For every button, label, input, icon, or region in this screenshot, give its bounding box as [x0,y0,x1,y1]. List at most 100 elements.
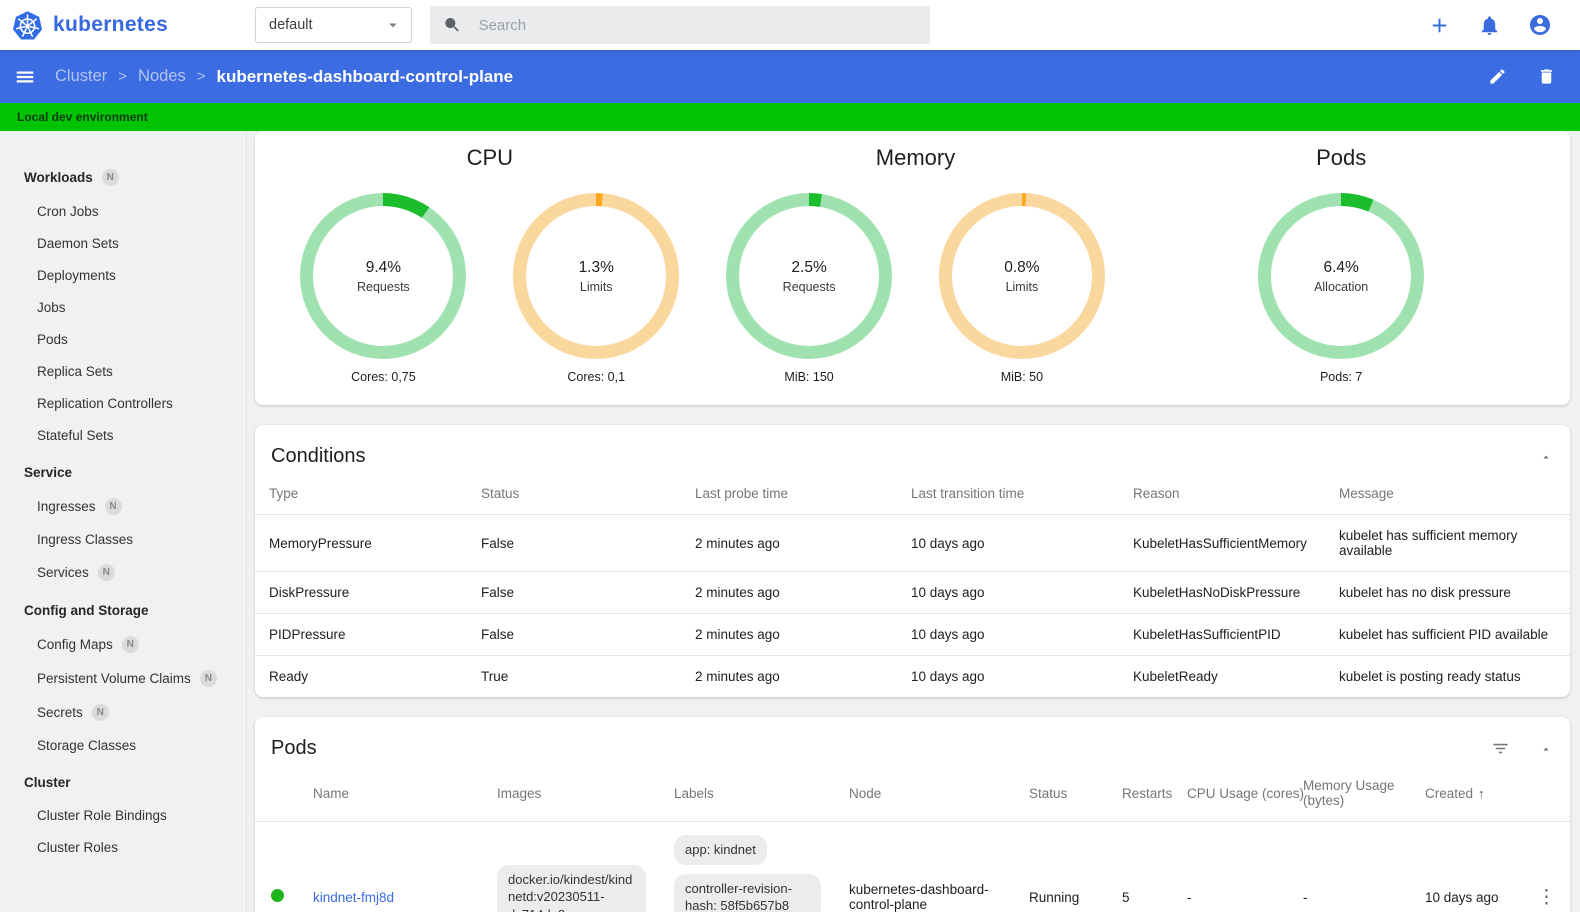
condition-cell: 2 minutes ago [681,613,897,656]
sidebar-section-config-and-storage: Config and Storage [0,594,246,627]
donut-center-label: Requests [357,279,410,294]
sidebar-item-secrets[interactable]: Secrets N [0,695,246,729]
condition-cell: 2 minutes ago [681,514,897,572]
donut-row: 2.5% Requests MiB: 150 0.8% Limits MiB: 50 [703,179,1129,405]
sidebar-item-jobs[interactable]: Jobs [0,291,246,323]
sidebar-item-replication-controllers[interactable]: Replication Controllers [0,387,246,419]
condition-cell: 2 minutes ago [681,655,897,697]
sidebar-item-ingress-classes[interactable]: Ingress Classes [0,523,246,555]
sidebar-section-label: Workloads [24,170,93,185]
delete-resource-button[interactable] [1537,67,1556,86]
sidebar-item-label: Persistent Volume Claims [37,670,191,686]
sidebar-item-label: Pods [37,331,68,347]
breadcrumb-cluster[interactable]: Cluster [55,67,107,86]
sidebar: Workloads N Cron Jobs Daemon Sets Deployment… [0,131,247,912]
pods-col-name: Name [313,785,350,801]
condition-cell: False [467,514,681,572]
conditions-row-memorypressure: MemoryPressure False 2 minutes ago 10 days … [255,514,1570,572]
sidebar-item-ingresses[interactable]: Ingresses N [0,489,246,523]
donut-ring: 9.4% Requests [300,193,467,359]
search-input[interactable] [476,15,917,35]
conditions-col-reason: Reason [1133,486,1180,501]
dropdown-caret-icon [389,23,397,28]
sidebar-item-stateful-sets[interactable]: Stateful Sets [0,419,246,451]
donut-row: 6.4% Allocation Pods: 7 [1128,179,1554,405]
search-icon [445,18,459,32]
sort-ascending-icon[interactable]: ↑ [1478,786,1485,801]
donut-percent-value: 1.3% [578,258,614,276]
sidebar-section-service: Service [0,456,246,489]
condition-cell: MemoryPressure [255,514,467,572]
condition-cell: kubelet has no disk pressure [1325,571,1570,614]
sidebar-item-storage-classes[interactable]: Storage Classes [0,729,246,761]
condition-cell: PIDPressure [255,613,467,656]
pod-label-chip: controller-revision-hash: 58f5b657b8 [674,873,821,912]
sidebar-item-pods[interactable]: Pods [0,323,246,355]
pod-actions-cell: ⋮ [1517,821,1570,912]
breadcrumb-current-node: kubernetes-dashboard-control-plane [216,66,514,86]
chart-group-pods: Pods 6.4% Allocation Pods: 7 [1128,141,1554,405]
sidebar-item-services[interactable]: Services N [0,555,246,589]
notifications-button[interactable] [1478,14,1501,37]
breadcrumb-nodes[interactable]: Nodes [138,67,186,86]
namespace-value: default [269,17,313,33]
pod-created-cell: 10 days ago [1411,821,1517,912]
search-bar[interactable] [430,6,930,44]
pod-name-link[interactable]: kindnet-fmj8d [313,890,394,905]
donut-footer-value: Pods: 7 [1319,370,1363,384]
condition-cell: KubeletHasSufficientPID [1119,613,1325,656]
conditions-col-message: Message [1339,486,1394,501]
sidebar-item-config-maps[interactable]: Config Maps N [0,627,246,661]
condition-cell: KubeletReady [1119,655,1325,697]
collapse-arrow-icon [1543,455,1549,458]
pods-col-memory-usage-bytes: Memory Usage (bytes) [1303,778,1395,808]
sidebar-section-label: Service [24,465,73,480]
sidebar-item-persistent-volume-claims[interactable]: Persistent Volume Claims N [0,661,246,695]
conditions-title: Conditions [271,445,366,467]
chart-group-title: CPU [466,145,514,170]
condition-cell: kubelet has sufficient PID available [1325,613,1570,656]
conditions-collapse-button[interactable] [1540,451,1552,463]
kubernetes-brand[interactable]: kubernetes [12,10,255,41]
sidebar-item-cron-jobs[interactable]: Cron Jobs [0,195,246,227]
donut-center-label: Limits [1005,279,1039,294]
chart-group-title: Pods [1316,145,1367,170]
hamburger-icon [16,71,34,82]
sidebar-item-replica-sets[interactable]: Replica Sets [0,355,246,387]
pods-col-node: Node [849,785,882,801]
condition-cell: KubeletHasSufficientMemory [1119,514,1325,572]
gauge-pods-allocation: 6.4% Allocation Pods: 7 [1258,179,1425,405]
sidebar-item-label: Jobs [37,299,66,315]
sidebar-item-daemon-sets[interactable]: Daemon Sets [0,227,246,259]
sidebar-item-cluster-roles[interactable]: Cluster Roles [0,831,246,863]
menu-toggle-button[interactable] [14,66,36,88]
edit-resource-button[interactable] [1488,67,1507,86]
sidebar-item-deployments[interactable]: Deployments [0,259,246,291]
top-app-bar: kubernetes default [0,0,1580,50]
donut-ring: 6.4% Allocation [1258,193,1425,359]
breadcrumb-separator: > [118,68,128,85]
pods-col-status: Status [1029,785,1068,801]
pods-collapse-button[interactable] [1540,743,1552,755]
namespace-select[interactable]: default [255,7,412,43]
conditions-row-ready: Ready True 2 minutes ago 10 days ago Kubelet… [255,655,1570,697]
condition-cell: KubeletHasNoDiskPressure [1119,571,1325,614]
user-account-button[interactable] [1528,13,1552,37]
gauge-cpu-requests: 9.4% Requests Cores: 0,75 [300,179,467,405]
bell-icon [1481,15,1498,35]
donut-hole: 6.4% Allocation [1271,206,1412,346]
pods-filter-button[interactable] [1491,739,1510,758]
pods-table: Name Images Labels Node Status Restarts CPU Us… [255,768,1570,912]
filter-icon [1493,743,1508,754]
pods-col-labels: Labels [674,785,714,801]
sidebar-item-cluster-role-bindings[interactable]: Cluster Role Bindings [0,799,246,831]
pod-name-cell: kindnet-fmj8d [299,821,483,912]
pods-col-status-indicator [255,768,299,822]
environment-banner-text: Local dev environment [17,110,148,124]
pod-row-menu-button[interactable]: ⋮ [1531,886,1562,909]
create-resource-button[interactable] [1428,14,1451,37]
condition-cell: Ready [255,655,467,697]
donut-hole: 2.5% Requests [739,206,880,346]
pod-row-kindnet-fmj8d: kindnet-fmj8d docker.io/kindest/kindnetd:… [255,821,1570,912]
sidebar-item-label: Storage Classes [37,737,137,753]
